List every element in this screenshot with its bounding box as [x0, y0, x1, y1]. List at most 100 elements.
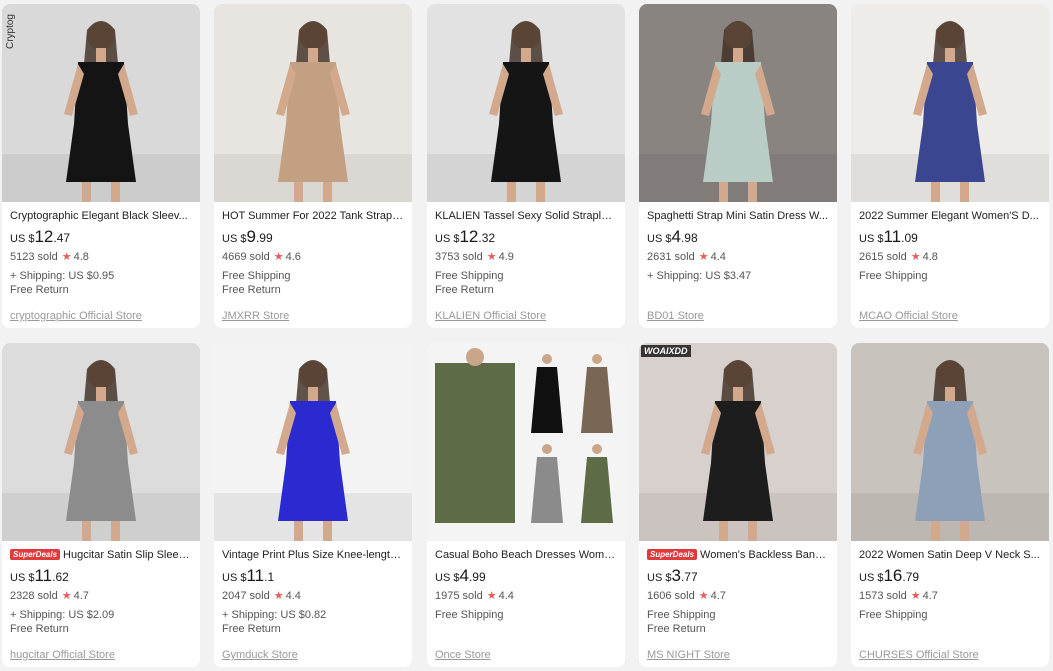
shipping-info: + Shipping: US $0.82 [222, 609, 327, 621]
product-title[interactable]: KLALIEN Tassel Sexy Solid Straples... [435, 208, 617, 224]
product-image[interactable] [639, 4, 837, 202]
sales-rating: 4669 sold ★ 4.6 [222, 250, 404, 264]
sales-rating: 2047 sold ★ 4.4 [222, 589, 404, 603]
product-card[interactable]: 2022 Women Satin Deep V Neck S... US $16.… [851, 343, 1049, 667]
price-currency: US $ [435, 572, 460, 584]
product-card[interactable]: WOAIXDD SuperDeals Women's Backless Band..… [639, 343, 837, 667]
shipping-info: Free Shipping [859, 270, 928, 282]
product-title[interactable]: SuperDeals Hugcitar Satin Slip Sleev... [10, 547, 192, 563]
product-title[interactable]: HOT Summer For 2022 Tank Strap ... [222, 208, 404, 224]
price-decimal: .79 [902, 570, 920, 584]
price-integer: 4 [671, 227, 681, 246]
store-link[interactable]: JMXRR Store [222, 310, 289, 322]
shipping-info: Free Shipping [222, 270, 291, 282]
brand-watermark: WOAIXDD [641, 345, 691, 357]
product-title[interactable]: 2022 Women Satin Deep V Neck S... [859, 547, 1041, 563]
product-title-text: 2022 Summer Elegant Women'S D... [859, 210, 1039, 222]
product-info: Vintage Print Plus Size Knee-length... US… [214, 541, 412, 636]
product-photo [427, 4, 625, 202]
product-title-text: Casual Boho Beach Dresses Wome... [435, 549, 617, 561]
product-image[interactable] [851, 343, 1049, 541]
store-link[interactable]: Once Store [435, 649, 491, 661]
product-image[interactable] [214, 343, 412, 541]
product-title-text: Cryptographic Elegant Black Sleev... [10, 210, 188, 222]
product-title-text: 2022 Women Satin Deep V Neck S... [859, 549, 1040, 561]
product-card[interactable]: SuperDeals Hugcitar Satin Slip Sleev... US… [2, 343, 200, 667]
price-decimal: .47 [53, 231, 71, 245]
sold-count: 4669 sold [222, 251, 270, 263]
store-link[interactable]: cryptographic Official Store [10, 310, 142, 322]
sales-rating: 1606 sold ★ 4.7 [647, 589, 829, 603]
product-title[interactable]: 2022 Summer Elegant Women'S D... [859, 208, 1041, 224]
price-integer: 11 [883, 227, 902, 246]
star-icon: ★ [698, 590, 709, 602]
store-link[interactable]: BD01 Store [647, 310, 704, 322]
product-image[interactable]: Cryptog [2, 4, 200, 202]
shipping-info: Free Return [222, 284, 281, 296]
product-card[interactable]: Cryptog Cryptographic Elegant Black Sleev… [2, 4, 200, 328]
shipping-info: + Shipping: US $0.95 [10, 270, 115, 282]
sold-count: 2615 sold [859, 251, 907, 263]
product-photo [851, 4, 1049, 202]
product-image[interactable]: WOAIXDD [639, 343, 837, 541]
rating-value: 4.8 [73, 251, 89, 263]
product-info: Cryptographic Elegant Black Sleev... US $… [2, 202, 200, 297]
sales-rating: 1573 sold ★ 4.7 [859, 589, 1041, 603]
product-title-text: Hugcitar Satin Slip Sleev... [63, 549, 192, 561]
price-decimal: .1 [264, 570, 275, 584]
product-card[interactable]: Vintage Print Plus Size Knee-length... US… [214, 343, 412, 667]
price-currency: US $ [647, 233, 672, 245]
store-link[interactable]: hugcitar Official Store [10, 649, 115, 661]
rating-value: 4.7 [710, 590, 726, 602]
sales-rating: 3753 sold ★ 4.9 [435, 250, 617, 264]
product-image[interactable] [427, 4, 625, 202]
product-photo [851, 343, 1049, 541]
shipping-info: Free Return [435, 284, 494, 296]
product-card[interactable]: KLALIEN Tassel Sexy Solid Straples... US … [427, 4, 625, 328]
product-card[interactable]: Casual Boho Beach Dresses Wome... US $4.9… [427, 343, 625, 667]
price-integer: 9 [246, 227, 256, 246]
rating-value: 4.6 [285, 251, 301, 263]
product-title[interactable]: Casual Boho Beach Dresses Wome... [435, 547, 617, 563]
rating-value: 4.9 [498, 251, 514, 263]
product-card[interactable]: HOT Summer For 2022 Tank Strap ... US $9.… [214, 4, 412, 328]
product-image[interactable] [427, 343, 625, 541]
price-integer: 16 [883, 566, 903, 585]
product-title[interactable]: Cryptographic Elegant Black Sleev... [10, 208, 192, 224]
shipping-info: Free Shipping [647, 609, 716, 621]
star-icon: ★ [910, 590, 921, 602]
sales-rating: 2615 sold ★ 4.8 [859, 250, 1041, 264]
store-link[interactable]: Gymduck Store [222, 649, 298, 661]
rating-value: 4.4 [498, 590, 514, 602]
product-title-text: KLALIEN Tassel Sexy Solid Straples... [435, 210, 617, 222]
shipping-info: + Shipping: US $2.09 [10, 609, 115, 621]
product-title-text: Women's Backless Band... [700, 549, 829, 561]
product-card[interactable]: 2022 Summer Elegant Women'S D... US $11.0… [851, 4, 1049, 328]
rating-value: 4.7 [922, 590, 938, 602]
sold-count: 2047 sold [222, 590, 270, 602]
store-link[interactable]: MS NIGHT Store [647, 649, 730, 661]
product-image[interactable] [851, 4, 1049, 202]
product-title-text: Vintage Print Plus Size Knee-length... [222, 549, 404, 561]
sales-rating: 5123 sold ★ 4.8 [10, 250, 192, 264]
store-link[interactable]: CHURSES Official Store [859, 649, 979, 661]
product-price: US $4.98 [647, 228, 829, 246]
product-image[interactable] [2, 343, 200, 541]
price-currency: US $ [859, 233, 884, 245]
product-price: US $9.99 [222, 228, 404, 246]
product-title[interactable]: SuperDeals Women's Backless Band... [647, 547, 829, 563]
product-info: HOT Summer For 2022 Tank Strap ... US $9.… [214, 202, 412, 297]
product-card[interactable]: Spaghetti Strap Mini Satin Dress W... US … [639, 4, 837, 328]
sold-count: 2631 sold [647, 251, 695, 263]
product-info: 2022 Women Satin Deep V Neck S... US $16.… [851, 541, 1049, 622]
product-title[interactable]: Spaghetti Strap Mini Satin Dress W... [647, 208, 829, 224]
product-price: US $3.77 [647, 567, 829, 585]
store-link[interactable]: KLALIEN Official Store [435, 310, 546, 322]
store-link[interactable]: MCAO Official Store [859, 310, 958, 322]
product-image[interactable] [214, 4, 412, 202]
shipping-info: Free Return [647, 623, 706, 635]
product-title[interactable]: Vintage Print Plus Size Knee-length... [222, 547, 404, 563]
product-price: US $12.47 [10, 228, 192, 246]
price-currency: US $ [10, 233, 35, 245]
star-icon: ★ [910, 251, 921, 263]
